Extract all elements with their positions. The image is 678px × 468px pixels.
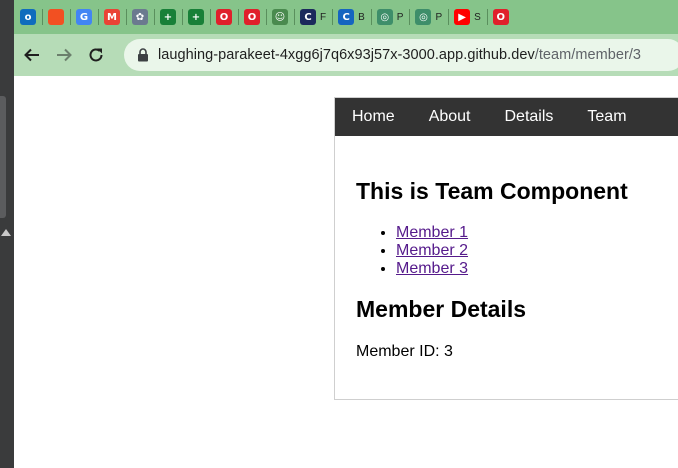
cityu-icon: C xyxy=(300,9,316,25)
bookmark-1[interactable]: o xyxy=(14,5,42,29)
team-heading: This is Team Component xyxy=(356,178,628,204)
address-bar[interactable]: laughing-parakeet-4xgg6j7q6x93j57x-3000.… xyxy=(124,39,678,71)
member-id-text: Member ID: 3 xyxy=(356,343,453,360)
team-content: This is Team Component Member 1 Member 2… xyxy=(335,178,678,361)
bookmarks-bar: o G M ✿ + + O O ☺ C F C B ◎ P ◎ P ▶ S O xyxy=(14,0,678,34)
top-nav: Home About Details Team xyxy=(335,98,678,136)
translate-icon: G xyxy=(76,9,92,25)
bookmark-13[interactable]: ◎ P xyxy=(370,5,410,29)
swirl-icon-2: ◎ xyxy=(415,9,432,25)
arrow-left-icon xyxy=(24,48,39,62)
bookmark-4[interactable]: M xyxy=(98,5,126,29)
reload-icon xyxy=(89,48,103,62)
opera-icon-3: O xyxy=(492,9,509,25)
nav-about-link[interactable]: About xyxy=(412,98,488,136)
bookmark-12[interactable]: CB xyxy=(332,5,371,29)
bookmark-label: P xyxy=(435,11,443,23)
window-edge xyxy=(0,0,14,468)
triangle-up-icon xyxy=(1,229,11,236)
back-button[interactable] xyxy=(18,41,46,69)
opera-icon: O xyxy=(216,9,232,25)
youtube-icon: ▶ xyxy=(454,9,471,25)
lock-icon xyxy=(136,48,150,62)
nav-home-link[interactable]: Home xyxy=(335,98,412,136)
bookmark-14[interactable]: ◎ P xyxy=(409,5,448,29)
bookmark-9[interactable]: O xyxy=(238,5,266,29)
bookmark-label: F xyxy=(320,11,327,23)
forward-button[interactable] xyxy=(50,41,78,69)
bookmark-3[interactable]: G xyxy=(70,5,98,29)
page-viewport: Home About Details Team This is Team Com… xyxy=(14,76,678,468)
member-list: Member 1 Member 2 Member 3 xyxy=(356,224,678,278)
bookmark-6[interactable]: + xyxy=(154,5,182,29)
bookmark-7[interactable]: + xyxy=(182,5,210,29)
url-host: laughing-parakeet-4xgg6j7q6x93j57x-3000.… xyxy=(158,47,535,63)
nav-details-link[interactable]: Details xyxy=(488,98,571,136)
bookmark-15[interactable]: ▶ S xyxy=(448,5,487,29)
opera-icon-2: O xyxy=(244,9,260,25)
bookmark-8[interactable]: O xyxy=(210,5,238,29)
microsoft-icon xyxy=(48,9,64,25)
bookmark-11[interactable]: CF xyxy=(294,5,332,29)
swirl-icon: ◎ xyxy=(376,9,393,25)
chatgpt-icon: ✿ xyxy=(132,9,148,25)
bookmark-2[interactable] xyxy=(42,5,70,29)
bookmark-5[interactable]: ✿ xyxy=(126,5,154,29)
bookmark-10[interactable]: ☺ xyxy=(266,5,294,29)
reload-button[interactable] xyxy=(82,41,110,69)
app-container: Home About Details Team This is Team Com… xyxy=(334,97,678,400)
bookmark-label: P xyxy=(396,11,404,23)
robot-icon: ☺ xyxy=(272,9,288,25)
member-2-link[interactable]: Member 2 xyxy=(396,242,468,259)
sheets-icon: + xyxy=(160,9,176,25)
gmail-icon: M xyxy=(104,9,120,25)
c-logo-icon: C xyxy=(338,9,355,25)
arrow-right-icon xyxy=(57,48,72,62)
window-handle[interactable] xyxy=(0,96,6,218)
url-path: /team/member/3 xyxy=(534,47,642,63)
url-text[interactable]: laughing-parakeet-4xgg6j7q6x93j57x-3000.… xyxy=(158,47,641,63)
outlook-icon: o xyxy=(20,9,36,25)
member-details-heading: Member Details xyxy=(356,296,527,322)
nav-team-link[interactable]: Team xyxy=(570,98,643,136)
bookmark-label: S xyxy=(474,11,481,23)
bookmark-label: B xyxy=(358,11,365,23)
list-item: Member 2 xyxy=(396,242,678,260)
member-3-link[interactable]: Member 3 xyxy=(396,260,468,277)
list-item: Member 3 xyxy=(396,260,678,278)
bookmark-16[interactable]: O xyxy=(486,5,515,29)
list-item: Member 1 xyxy=(396,224,678,242)
browser-toolbar: laughing-parakeet-4xgg6j7q6x93j57x-3000.… xyxy=(14,34,678,76)
member-1-link[interactable]: Member 1 xyxy=(396,224,468,241)
sheets-icon-2: + xyxy=(188,9,204,25)
